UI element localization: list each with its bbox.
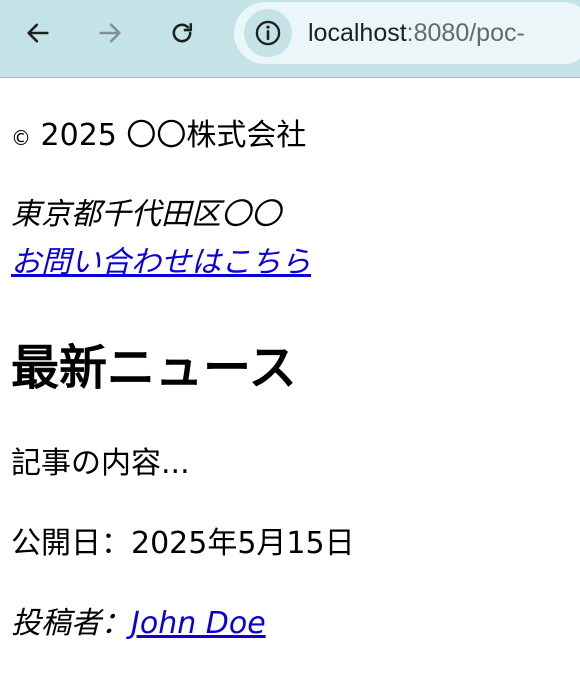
- url-path: :8080/poc-: [406, 19, 525, 47]
- copyright-line: © 2025 〇〇株式会社: [11, 118, 306, 156]
- author-label: 投稿者：: [11, 606, 131, 641]
- author-line: 投稿者：John Doe: [11, 606, 266, 642]
- publish-date: 公開日：2025年5月15日: [11, 526, 355, 561]
- url-host: localhost: [308, 19, 407, 47]
- forward-button[interactable]: [90, 13, 130, 53]
- arrow-right-icon: [99, 23, 121, 43]
- url-text[interactable]: localhost:8080/poc-: [308, 18, 525, 48]
- news-heading: 最新ニュース: [11, 340, 297, 396]
- reload-icon: [172, 22, 193, 43]
- reload-button[interactable]: [162, 13, 202, 53]
- browser-toolbar: localhost:8080/poc-: [0, 0, 580, 78]
- info-icon: [255, 20, 281, 46]
- contact-link[interactable]: お問い合わせはこちら: [11, 245, 311, 281]
- article-body: 記事の内容...: [11, 446, 190, 481]
- back-button[interactable]: [18, 13, 58, 53]
- arrow-left-icon: [27, 23, 49, 43]
- author-link[interactable]: John Doe: [131, 606, 266, 641]
- address-text: 東京都千代田区〇〇: [11, 197, 281, 232]
- site-info-button[interactable]: [244, 9, 292, 57]
- copyright-text: 2025 〇〇株式会社: [31, 118, 307, 153]
- copyright-symbol: ©: [11, 126, 31, 150]
- address-bar[interactable]: localhost:8080/poc-: [234, 2, 580, 64]
